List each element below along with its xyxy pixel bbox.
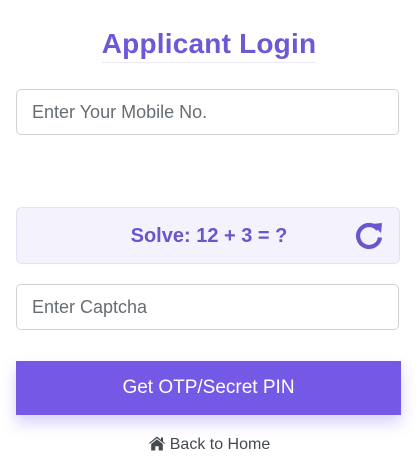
captcha-question: Solve: 12 + 3 = ? <box>130 225 288 247</box>
get-otp-button[interactable]: Get OTP/Secret PIN <box>16 361 401 415</box>
captcha-box: Solve: 12 + 3 = ? <box>16 207 400 264</box>
home-icon <box>148 436 166 456</box>
back-to-home-label: Back to Home <box>169 436 271 453</box>
page-title: Applicant Login <box>101 28 317 63</box>
title-wrap: Applicant Login <box>0 28 418 63</box>
back-to-home-link[interactable]: Back to Home <box>0 436 418 456</box>
captcha-input[interactable] <box>16 284 399 330</box>
mobile-number-input[interactable] <box>16 89 399 135</box>
refresh-icon[interactable] <box>353 220 385 252</box>
login-page: Applicant Login Solve: 12 + 3 = ? Get OT… <box>0 0 418 461</box>
